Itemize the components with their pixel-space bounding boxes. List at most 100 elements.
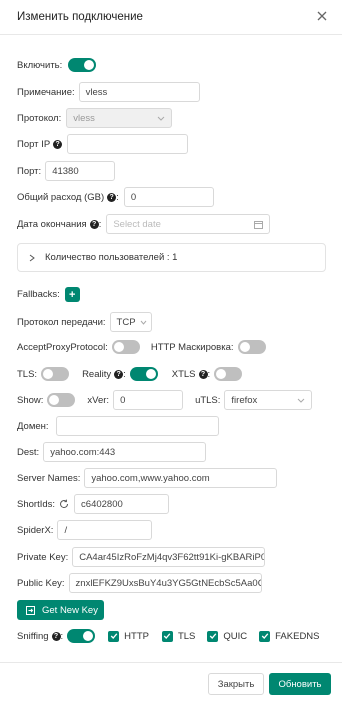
spider-x-label: SpiderX: [17, 524, 54, 536]
chevron-down-icon [140, 320, 146, 325]
protocol-label: Протокол: [17, 112, 62, 124]
utls-value: firefox [231, 394, 258, 406]
short-ids-input[interactable]: c6402800 [74, 494, 170, 514]
expiry-date-picker[interactable]: Select date [106, 214, 271, 234]
transport-value: TCP [116, 316, 136, 328]
help-icon[interactable]: ? [198, 369, 208, 379]
expiry-placeholder: Select date [113, 218, 161, 230]
xver-label: xVer: [87, 394, 110, 406]
short-ids-label: ShortIds: [17, 498, 56, 510]
get-new-key-label: Get New Key [42, 604, 98, 616]
spider-x-input[interactable]: / [57, 520, 153, 540]
sniff-tls-checkbox[interactable] [161, 630, 173, 642]
spider-x-row: SpiderX: / [17, 520, 153, 540]
enable-row: Включить: [17, 58, 97, 72]
chevron-down-icon [157, 116, 165, 121]
sniff-http-label: HTTP [124, 630, 149, 642]
enable-label: Включить: [17, 59, 63, 71]
dialog-footer: Закрыть Обновить [0, 662, 342, 701]
private-key-row: Private Key: CA4ar45IzRoFzMj4qv3F62tt91K… [17, 547, 266, 567]
private-key-label: Private Key: [17, 551, 69, 563]
check-icon [261, 633, 268, 639]
close-button[interactable]: Закрыть [208, 673, 264, 695]
help-icon[interactable]: ? [107, 192, 117, 202]
xver-input[interactable]: 0 [113, 390, 184, 410]
dest-row: Dest: yahoo.com:443 [17, 442, 207, 462]
clients-collapse[interactable]: Количество пользователей : 1 [17, 243, 326, 272]
close-icon[interactable] [315, 9, 329, 23]
accept-proxy-switch[interactable] [111, 340, 140, 354]
transport-row: Протокол передачи: TCP [17, 312, 152, 332]
dialog-title: Изменить подключение [17, 11, 143, 23]
calendar-icon [254, 220, 264, 229]
utls-select[interactable]: firefox [224, 390, 313, 410]
remark-row: Примечание: vless [17, 82, 200, 102]
protocol-value: vless [73, 112, 95, 124]
sniffing-row: Sniffing ? : HTTP TLS QUIC FAKEDNS [17, 629, 320, 643]
accept-proxy-label: AcceptProxyProtocol: [17, 341, 108, 353]
remark-label: Примечание: [17, 86, 75, 98]
tls-switch[interactable] [41, 367, 70, 381]
sniff-fakedns-label: FAKEDNS [275, 630, 320, 642]
sniffing-switch[interactable] [67, 629, 96, 643]
port-input[interactable]: 41380 [45, 161, 116, 181]
show-row: Show: xVer: 0 uTLS: firefox [17, 390, 313, 410]
get-new-key-button[interactable]: Get New Key [17, 600, 104, 620]
sniff-http-checkbox[interactable] [108, 630, 120, 642]
http-mask-switch[interactable] [237, 340, 266, 354]
help-icon[interactable]: ? [114, 369, 124, 379]
traffic-label: Общий расход (GB) [17, 191, 105, 203]
clients-label: Количество пользователей : 1 [45, 252, 178, 263]
get-new-key-row: Get New Key [17, 600, 104, 620]
remark-input[interactable]: vless [78, 82, 200, 102]
public-key-label: Public Key: [17, 577, 65, 589]
chevron-down-icon [298, 398, 305, 403]
protocol-select[interactable]: vless [66, 108, 173, 128]
check-icon [209, 633, 217, 639]
port-label: Порт: [17, 165, 42, 177]
chevron-right-icon [29, 254, 35, 261]
refresh-icon[interactable] [59, 499, 69, 509]
sniffing-label: Sniffing [17, 630, 49, 642]
dialog-header: Изменить подключение [0, 0, 342, 35]
port-row: Порт: 41380 [17, 161, 116, 181]
port-ip-row: Порт IP ? [17, 134, 189, 154]
http-mask-label: HTTP Маскировка: [150, 341, 234, 353]
reality-label: Reality [82, 368, 112, 380]
traffic-row: Общий расход (GB) ? : 0 [17, 187, 214, 207]
private-key-input[interactable]: CA4ar45IzRoFzMj4qv3F62tt91Ki-gKBARiP0ur [72, 547, 266, 567]
fallbacks-label: Fallbacks: [17, 289, 60, 300]
help-icon[interactable]: ? [51, 631, 61, 641]
show-switch[interactable] [47, 393, 76, 407]
sniff-fakedns-checkbox[interactable] [259, 630, 271, 642]
help-icon[interactable]: ? [53, 139, 63, 149]
accept-proxy-row: AcceptProxyProtocol: HTTP Маскировка: [17, 340, 266, 354]
help-icon[interactable]: ? [89, 219, 99, 229]
xtls-label: XTLS [171, 368, 196, 380]
dest-label: Dest: [17, 446, 40, 458]
transport-select[interactable]: TCP [109, 312, 152, 332]
enable-switch[interactable] [68, 58, 97, 72]
security-row: TLS: Reality ? : XTLS ? : [17, 367, 243, 381]
expiry-label: Дата окончания [17, 218, 87, 230]
check-icon [164, 633, 171, 639]
domain-input[interactable] [55, 416, 219, 436]
xtls-switch[interactable] [214, 367, 243, 381]
port-ip-input[interactable] [67, 134, 189, 154]
domain-row: Домен: [17, 416, 219, 436]
server-names-input[interactable]: yahoo.com,www.yahoo.com [84, 468, 278, 488]
domain-label: Домен: [17, 420, 49, 432]
show-label: Show: [17, 394, 44, 406]
public-key-input[interactable]: znxlEFKZ9UxsBuY4u3YG5GtNEcbSc5Aa0Qs4v [68, 573, 262, 593]
edit-connection-dialog: Изменить подключение Включить: Примечани… [0, 0, 342, 700]
sniff-quic-checkbox[interactable] [207, 630, 219, 642]
public-key-row: Public Key: znxlEFKZ9UxsBuY4u3YG5GtNEcbS… [17, 573, 262, 593]
dest-input[interactable]: yahoo.com:443 [43, 442, 207, 462]
server-names-label: Server Names: [17, 472, 81, 484]
add-fallback-button[interactable]: + [64, 287, 80, 302]
expiry-row: Дата окончания ? : Select date [17, 214, 271, 234]
traffic-input[interactable]: 0 [123, 187, 214, 207]
reality-switch[interactable] [129, 367, 158, 381]
update-button[interactable]: Обновить [269, 673, 331, 695]
import-icon [26, 605, 35, 615]
